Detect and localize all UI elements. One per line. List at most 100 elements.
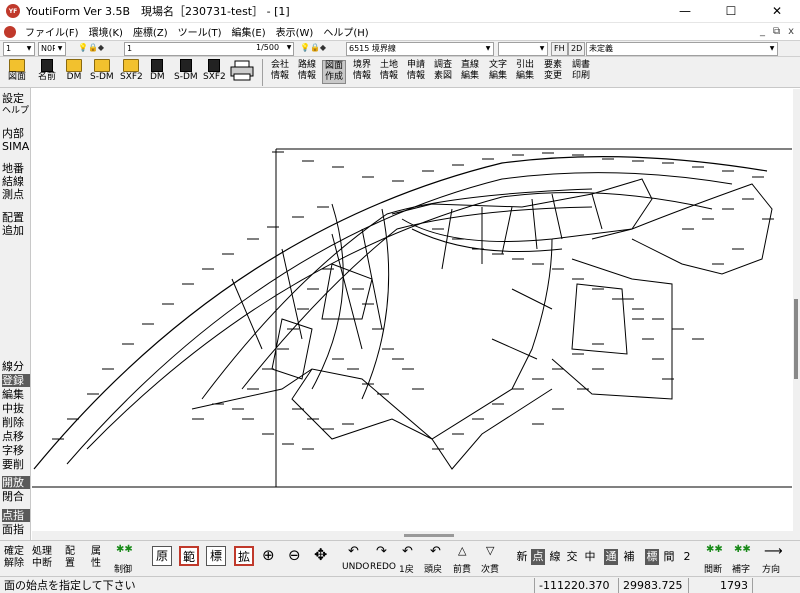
interval-icon[interactable]: ✱✱ (706, 544, 723, 555)
element-change-button[interactable]: 要素 変更 (541, 60, 565, 82)
mode-two[interactable]: 2 (680, 549, 694, 565)
report-print-button[interactable]: 調書 印刷 (569, 60, 593, 82)
survey-draft-button[interactable]: 調査 素図 (431, 60, 455, 82)
register-button[interactable]: 登録 (2, 374, 30, 387)
face-specify-button[interactable]: 面指 (2, 523, 30, 536)
settings-help-button[interactable]: 設定 ヘルプ (2, 92, 30, 118)
place-add-button[interactable]: 配置 追加 (2, 211, 30, 237)
internal-sima-button[interactable]: 内部 SIMA (2, 127, 30, 153)
point-move-button[interactable]: 点移 (2, 430, 30, 443)
scroll-thumb[interactable] (794, 299, 798, 379)
maximize-button[interactable]: ☐ (708, 0, 754, 23)
menu-file[interactable]: ファイル(F) (20, 24, 84, 39)
range-button[interactable]: 範 (179, 546, 199, 566)
boundary-info-button[interactable]: 境界 情報 (350, 60, 374, 82)
open-button[interactable]: 開放 (2, 476, 30, 489)
mdi-close-button[interactable]: x (788, 26, 794, 37)
2d-button[interactable]: 2D (568, 42, 586, 56)
hollow-button[interactable]: 中抜 (2, 402, 30, 415)
standard-button[interactable]: 標 (206, 546, 226, 566)
arrow-right-icon[interactable]: ⟶ (764, 544, 783, 559)
placement-button[interactable]: 配置 (60, 546, 80, 570)
land-info-button[interactable]: 土地 情報 (377, 60, 401, 82)
mode-line[interactable]: 線 (548, 549, 562, 565)
control-icon[interactable]: ✱✱ (116, 544, 133, 555)
toolbar-separator (262, 59, 263, 86)
process-abort-button[interactable]: 処理 中断 (32, 546, 52, 570)
mode-standard[interactable]: 標 (645, 549, 659, 565)
sdm-save-button[interactable]: S-DM (174, 59, 198, 86)
lot-connect-point-button[interactable]: 地番 結線 測点 (2, 162, 30, 201)
menu-environment[interactable]: 環境(K) (84, 24, 128, 39)
close-button[interactable]: ✕ (754, 0, 800, 23)
confirm-release-button[interactable]: 確定 解除 (4, 546, 24, 570)
line-state-icons[interactable]: 💡🔒◆ (300, 43, 326, 52)
menu-edit[interactable]: 編集(E) (227, 24, 271, 39)
zoom-in-icon[interactable]: ⊕ (262, 546, 275, 564)
route-info-button[interactable]: 路線 情報 (295, 60, 319, 82)
drawing-create-button[interactable]: 図面 作成 (322, 60, 346, 84)
supplement-text-icon[interactable]: ✱✱ (734, 544, 751, 555)
menu-help[interactable]: ヘルプ(H) (318, 24, 373, 39)
sdm-open-button[interactable]: S-DM (90, 59, 114, 86)
close-shape-button[interactable]: 閉合 (2, 490, 30, 503)
text-edit-button[interactable]: 文字 編集 (486, 60, 510, 82)
text-move-button[interactable]: 字移 (2, 444, 30, 457)
line-type-combo[interactable]: 6515 境界線 ▼ (346, 42, 494, 56)
edit-button[interactable]: 編集 (2, 388, 30, 401)
enlarge-button[interactable]: 拡 (234, 546, 254, 566)
floppy-icon (179, 59, 192, 72)
document-icon[interactable] (4, 25, 16, 38)
drawing-file-button[interactable]: 図面 (8, 59, 26, 86)
step-back-icon[interactable]: ↶ (402, 544, 413, 559)
menu-coordinates[interactable]: 座標(Z) (128, 24, 173, 39)
mode-intersect[interactable]: 交 (565, 549, 579, 565)
layer-state-icons[interactable]: 💡🔒◆ (78, 43, 104, 52)
mdi-restore-button[interactable]: ⧉ (773, 26, 780, 37)
application-info-button[interactable]: 申請 情報 (404, 60, 428, 82)
dm-save-button[interactable]: DM (150, 59, 165, 86)
mode-combo[interactable]: N0R ▼ (38, 42, 66, 56)
mode-middle[interactable]: 中 (583, 549, 597, 565)
delete-button[interactable]: 削除 (2, 416, 30, 429)
name-file-button[interactable]: 名前 (38, 59, 56, 86)
line-edit-button[interactable]: 直線 編集 (458, 60, 482, 82)
triangle-down-icon[interactable]: ▽ (486, 544, 494, 557)
triangle-up-icon[interactable]: △ (458, 544, 466, 557)
mode-through[interactable]: 通 (604, 549, 618, 565)
menu-view[interactable]: 表示(W) (271, 24, 319, 39)
mode-point[interactable]: 点 (531, 549, 545, 565)
point-specify-button[interactable]: 点指 (2, 509, 30, 522)
company-info-button[interactable]: 会社 情報 (268, 60, 292, 82)
undo-icon[interactable]: ↶ (348, 544, 359, 559)
origin-button[interactable]: 原 (152, 546, 172, 566)
scroll-thumb[interactable] (404, 534, 454, 537)
mode-supplement[interactable]: 補 (622, 549, 636, 565)
vertical-scrollbar[interactable] (793, 89, 800, 531)
horizontal-scrollbar[interactable] (32, 531, 800, 540)
head-back-icon[interactable]: ↶ (430, 544, 441, 559)
dm-open-button[interactable]: DM (66, 59, 82, 86)
leader-edit-button[interactable]: 引出 編集 (513, 60, 537, 82)
segment-button[interactable]: 線分 (2, 360, 30, 373)
attribute-button[interactable]: 属性 (86, 546, 106, 570)
sxf2-open-button[interactable]: SXF2 (120, 59, 143, 86)
mdi-minimize-button[interactable]: _ (760, 26, 765, 37)
layer-combo[interactable]: 1 ▼ (3, 42, 35, 56)
scale-combo[interactable]: 1/500 ▼ (254, 42, 294, 56)
drawing-canvas[interactable] (32, 89, 795, 531)
redo-icon[interactable]: ↷ (376, 544, 387, 559)
blank-combo[interactable]: ▼ (498, 42, 548, 56)
print-button[interactable] (230, 60, 254, 87)
zoom-out-icon[interactable]: ⊖ (288, 546, 301, 564)
mode-interval[interactable]: 間 (662, 549, 676, 565)
main-toolbar: 図面 名前 DM S-DM SXF2 DM S-DM SXF2 会社 情報 路線情… (0, 57, 800, 88)
sxf2-save-button[interactable]: SXF2 (203, 59, 226, 86)
element-delete-button[interactable]: 要削 (2, 458, 30, 471)
mode-new[interactable]: 新 (515, 549, 529, 565)
minimize-button[interactable]: — (662, 0, 708, 23)
pan-icon[interactable]: ✥ (314, 545, 327, 564)
menu-tools[interactable]: ツール(T) (173, 24, 227, 39)
undefined-combo[interactable]: 未定義 ▼ (586, 42, 778, 56)
fh-button[interactable]: FH (551, 42, 568, 56)
